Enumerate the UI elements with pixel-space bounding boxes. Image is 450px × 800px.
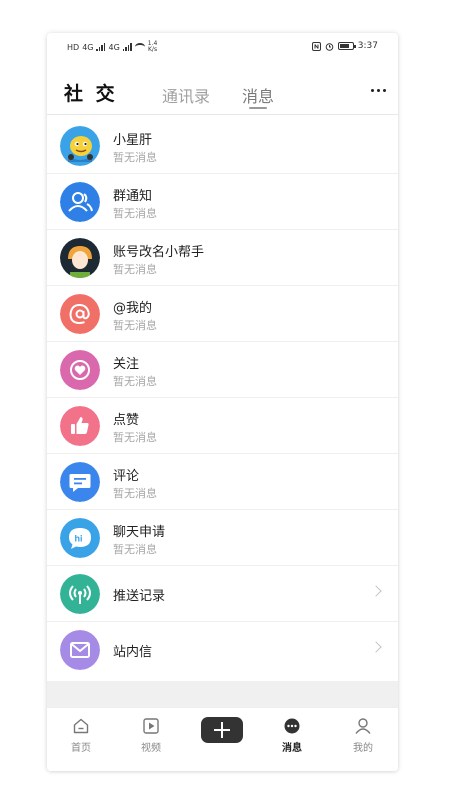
list-item-title: 小星肝 xyxy=(113,133,153,148)
list-footer-space xyxy=(47,681,398,707)
chevron-right-icon xyxy=(370,641,382,653)
tab-indicator xyxy=(249,107,267,109)
signal-label-2: 4G xyxy=(108,42,120,52)
svg-text:hi: hi xyxy=(75,534,83,544)
home-icon xyxy=(51,716,111,736)
nav-home-label: 首页 xyxy=(71,743,91,754)
status-left: HD 4G 4G 1.4 K/s xyxy=(67,41,157,53)
list-item-chat-requests[interactable]: hi 聊天申请 暂无消息 xyxy=(47,510,398,566)
tab-messages[interactable]: 消息 xyxy=(242,83,274,107)
bottom-nav: 首页 视频 消息 我的 xyxy=(47,707,398,771)
status-bar: HD 4G 4G 1.4 K/s 3:37 xyxy=(47,33,398,57)
signal-icon xyxy=(96,43,106,51)
heart-icon xyxy=(60,350,100,390)
list-item-subtitle: 暂无消息 xyxy=(113,543,157,556)
profile-icon xyxy=(333,716,393,736)
message-list: 小星肝 暂无消息 群通知 暂无消息 账号改名小帮手 暂无消息 @我的 暂无消息 … xyxy=(47,118,398,678)
list-item-at-me[interactable]: @我的 暂无消息 xyxy=(47,286,398,342)
app-header: 社 交 通讯录 消息 xyxy=(47,77,398,115)
list-item-title: 点赞 xyxy=(113,413,140,428)
list-item-title: @我的 xyxy=(113,301,153,316)
video-icon xyxy=(121,716,181,736)
list-item-title: 群通知 xyxy=(113,189,153,204)
more-icon[interactable] xyxy=(371,89,386,92)
comment-icon xyxy=(60,462,100,502)
net-speed: 1.4 K/s xyxy=(148,41,158,53)
clock: 3:37 xyxy=(357,41,378,51)
nav-messages-label: 消息 xyxy=(282,743,302,754)
list-item-push-history[interactable]: 推送记录 xyxy=(47,566,398,622)
nav-messages[interactable]: 消息 xyxy=(262,716,322,754)
broadcast-icon xyxy=(60,574,100,614)
list-item-subtitle: 暂无消息 xyxy=(113,431,157,444)
list-item-comments[interactable]: 评论 暂无消息 xyxy=(47,454,398,510)
list-item-xiaoxinggan[interactable]: 小星肝 暂无消息 xyxy=(47,118,398,174)
list-item-title: 评论 xyxy=(113,469,140,484)
tab-contacts[interactable]: 通讯录 xyxy=(162,83,210,107)
signal-label-1: 4G xyxy=(82,42,94,52)
create-post-button[interactable] xyxy=(201,717,243,743)
list-item-subtitle: 暂无消息 xyxy=(113,151,157,164)
nav-video[interactable]: 视频 xyxy=(121,716,181,754)
cartoon-avatar-icon xyxy=(60,126,100,166)
group-icon xyxy=(60,182,100,222)
helper-avatar-icon xyxy=(60,238,100,278)
message-icon xyxy=(262,716,322,736)
page-title: 社 交 xyxy=(64,83,118,105)
nav-profile[interactable]: 我的 xyxy=(333,716,393,754)
list-item-title: 关注 xyxy=(113,357,140,372)
list-item-subtitle: 暂无消息 xyxy=(113,207,157,220)
status-right: 3:37 xyxy=(311,41,378,51)
list-item-subtitle: 暂无消息 xyxy=(113,487,157,500)
nav-video-label: 视频 xyxy=(141,743,161,754)
hd-label: HD xyxy=(67,42,80,52)
net-speed-unit: K/s xyxy=(148,46,158,53)
nfc-icon xyxy=(311,41,321,51)
list-item-title: 推送记录 xyxy=(113,589,166,604)
at-icon xyxy=(60,294,100,334)
list-item-title: 账号改名小帮手 xyxy=(113,245,205,260)
alarm-icon xyxy=(325,42,334,51)
thumbs-up-icon xyxy=(60,406,100,446)
list-item-rename-helper[interactable]: 账号改名小帮手 暂无消息 xyxy=(47,230,398,286)
chevron-right-icon xyxy=(370,585,382,597)
wifi-icon xyxy=(134,43,145,51)
mail-icon xyxy=(60,630,100,670)
list-item-subtitle: 暂无消息 xyxy=(113,319,157,332)
list-item-group-notice[interactable]: 群通知 暂无消息 xyxy=(47,174,398,230)
hi-chat-icon: hi xyxy=(60,518,100,558)
list-item-subtitle: 暂无消息 xyxy=(113,263,157,276)
list-item-title: 聊天申请 xyxy=(113,525,166,540)
battery-icon xyxy=(337,42,356,50)
nav-profile-label: 我的 xyxy=(353,743,373,754)
list-item-follow[interactable]: 关注 暂无消息 xyxy=(47,342,398,398)
phone-screen: HD 4G 4G 1.4 K/s 3:37 社 交 通讯录 消息 小星肝 暂无消… xyxy=(47,33,398,771)
list-item-likes[interactable]: 点赞 暂无消息 xyxy=(47,398,398,454)
header-divider xyxy=(47,114,398,115)
nav-home[interactable]: 首页 xyxy=(51,716,111,754)
list-item-subtitle: 暂无消息 xyxy=(113,375,157,388)
list-item-inbox[interactable]: 站内信 xyxy=(47,622,398,678)
list-item-title: 站内信 xyxy=(113,645,153,660)
signal-icon xyxy=(122,43,132,51)
